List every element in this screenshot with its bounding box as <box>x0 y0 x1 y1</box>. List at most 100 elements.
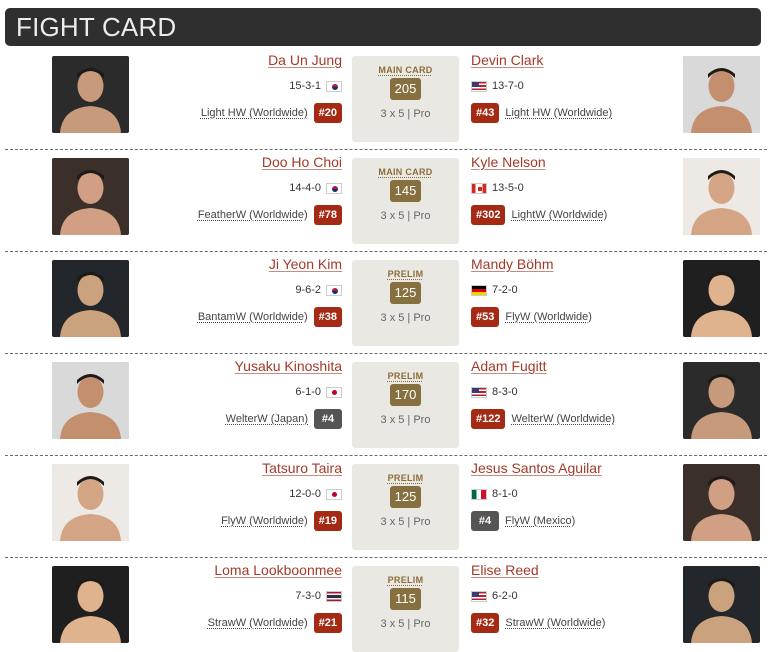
right-fighter-name-link[interactable]: Mandy Böhm <box>471 256 553 272</box>
right-fighter-record: 7-2-0 <box>471 284 518 296</box>
right-fighter-division: #302 LightW (Worldwide) <box>471 205 607 225</box>
right-flag-icon <box>471 590 487 602</box>
right-fighter-name-link[interactable]: Kyle Nelson <box>471 154 546 170</box>
left-fighter-photo[interactable] <box>52 362 129 439</box>
right-fighter-photo[interactable] <box>683 260 760 337</box>
right-fighter-photo[interactable] <box>683 362 760 439</box>
bout-info: PRELIM 125 3 x 5 | Pro <box>352 464 459 550</box>
right-fighter-record: 13-5-0 <box>471 182 524 194</box>
left-fighter-division: FeatherW (Worldwide) #78 <box>198 205 342 225</box>
card-label[interactable]: MAIN CARD <box>352 167 459 177</box>
left-fighter-division: WelterW (Japan) #4 <box>226 409 342 429</box>
card-label[interactable]: PRELIM <box>352 473 459 483</box>
left-flag-icon <box>326 590 342 602</box>
left-fighter-division: FlyW (Worldwide) #19 <box>221 511 342 531</box>
right-fighter-photo[interactable] <box>683 158 760 235</box>
bout-info: PRELIM 115 3 x 5 | Pro <box>352 566 459 652</box>
left-rank-badge: #78 <box>313 205 342 225</box>
left-record-text: 12-0-0 <box>289 488 321 500</box>
left-rank-badge: #19 <box>313 511 342 531</box>
right-fighter-division: #32 StrawW (Worldwide) <box>471 613 605 633</box>
bout-info: MAIN CARD 205 3 x 5 | Pro <box>352 56 459 142</box>
weight-badge: 145 <box>390 180 421 202</box>
right-flag-icon <box>471 284 487 296</box>
right-fighter-division: #122 WelterW (Worldwide) <box>471 409 615 429</box>
left-fighter-division: Light HW (Worldwide) #20 <box>201 103 342 123</box>
right-division-link[interactable]: Light HW (Worldwide) <box>505 107 612 119</box>
left-fighter-record: 12-0-0 <box>289 488 342 500</box>
right-record-text: 13-7-0 <box>492 80 524 92</box>
weight-badge: 170 <box>390 384 421 406</box>
rounds-text: 3 x 5 | Pro <box>380 210 431 222</box>
card-label[interactable]: MAIN CARD <box>352 65 459 75</box>
right-fighter-photo[interactable] <box>683 464 760 541</box>
left-fighter-record: 14-4-0 <box>289 182 342 194</box>
left-record-text: 6-1-0 <box>295 386 321 398</box>
left-fighter-record: 7-3-0 <box>295 590 342 602</box>
left-fighter-name-link[interactable]: Doo Ho Choi <box>262 154 342 170</box>
left-fighter-photo[interactable] <box>52 566 129 643</box>
right-division-link[interactable]: StrawW (Worldwide) <box>505 617 605 629</box>
right-fighter-record: 8-3-0 <box>471 386 518 398</box>
right-division-link[interactable]: FlyW (Worldwide) <box>505 311 592 323</box>
left-record-text: 7-3-0 <box>295 590 321 602</box>
right-fighter-photo[interactable] <box>683 56 760 133</box>
right-fighter-name-link[interactable]: Devin Clark <box>471 52 543 68</box>
left-division-link[interactable]: StrawW (Worldwide) <box>208 617 308 629</box>
right-flag-icon <box>471 488 487 500</box>
weight-badge: 205 <box>390 78 421 100</box>
fight-row: Tatsuro Taira 12-0-0 FlyW (Worldwide) #19 PR… <box>0 456 772 558</box>
left-fighter-photo[interactable] <box>52 260 129 337</box>
left-fighter-name-link[interactable]: Tatsuro Taira <box>262 460 342 476</box>
card-label[interactable]: PRELIM <box>352 575 459 585</box>
right-rank-badge: #53 <box>471 307 500 327</box>
left-flag-icon <box>326 386 342 398</box>
bout-info: PRELIM 125 3 x 5 | Pro <box>352 260 459 346</box>
right-flag-icon <box>471 80 487 92</box>
right-fighter-photo[interactable] <box>683 566 760 643</box>
right-fighter-record: 8-1-0 <box>471 488 518 500</box>
right-fighter-record: 6-2-0 <box>471 590 518 602</box>
right-division-link[interactable]: FlyW (Mexico) <box>505 515 575 527</box>
right-fighter-name-link[interactable]: Adam Fugitt <box>471 358 546 374</box>
left-fighter-name-link[interactable]: Yusaku Kinoshita <box>235 358 342 374</box>
left-fighter-name-link[interactable]: Da Un Jung <box>268 52 342 68</box>
left-fighter-name-link[interactable]: Ji Yeon Kim <box>269 256 342 272</box>
left-fighter-record: 15-3-1 <box>289 80 342 92</box>
left-division-link[interactable]: FlyW (Worldwide) <box>221 515 308 527</box>
left-division-link[interactable]: BantamW (Worldwide) <box>198 311 308 323</box>
left-flag-icon <box>326 488 342 500</box>
left-fighter-name-link[interactable]: Loma Lookboonmee <box>214 562 342 578</box>
right-division-link[interactable]: WelterW (Worldwide) <box>511 413 615 425</box>
card-label[interactable]: PRELIM <box>352 371 459 381</box>
right-flag-icon <box>471 182 487 194</box>
rounds-text: 3 x 5 | Pro <box>380 618 431 630</box>
left-fighter-photo[interactable] <box>52 56 129 133</box>
right-record-text: 13-5-0 <box>492 182 524 194</box>
left-division-link[interactable]: WelterW (Japan) <box>226 413 308 425</box>
right-rank-badge: #302 <box>471 205 506 225</box>
left-fighter-photo[interactable] <box>52 158 129 235</box>
right-rank-badge: #122 <box>471 409 506 429</box>
right-division-link[interactable]: LightW (Worldwide) <box>511 209 607 221</box>
right-rank-badge: #32 <box>471 613 500 633</box>
right-fighter-division: #53 FlyW (Worldwide) <box>471 307 592 327</box>
right-record-text: 6-2-0 <box>492 590 518 602</box>
rounds-text: 3 x 5 | Pro <box>380 414 431 426</box>
left-fighter-photo[interactable] <box>52 464 129 541</box>
left-division-link[interactable]: FeatherW (Worldwide) <box>198 209 308 221</box>
right-record-text: 8-1-0 <box>492 488 518 500</box>
card-label[interactable]: PRELIM <box>352 269 459 279</box>
left-division-link[interactable]: Light HW (Worldwide) <box>201 107 308 119</box>
right-fighter-record: 13-7-0 <box>471 80 524 92</box>
right-record-text: 7-2-0 <box>492 284 518 296</box>
right-fighter-name-link[interactable]: Jesus Santos Aguilar <box>471 460 602 476</box>
fight-row: Yusaku Kinoshita 6-1-0 WelterW (Japan) #4 PR… <box>0 354 772 456</box>
right-record-text: 8-3-0 <box>492 386 518 398</box>
fight-card-header: FIGHT CARD <box>5 8 761 46</box>
weight-badge: 125 <box>390 282 421 304</box>
left-rank-badge: #4 <box>314 409 342 429</box>
right-fighter-name-link[interactable]: Elise Reed <box>471 562 539 578</box>
right-rank-badge: #43 <box>471 103 500 123</box>
weight-badge: 115 <box>390 588 421 610</box>
